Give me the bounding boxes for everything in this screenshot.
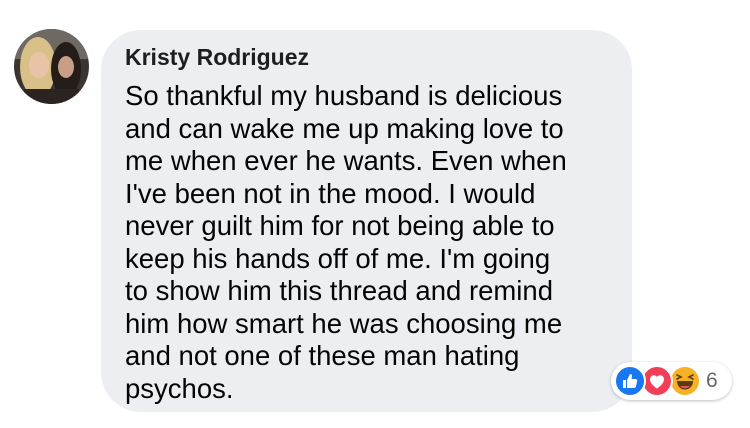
haha-icon — [669, 365, 701, 397]
comment-bubble: Kristy Rodriguez So thankful my husband … — [101, 30, 632, 412]
reaction-count: 6 — [706, 369, 718, 392]
comment-text: So thankful my husband is delicious and … — [125, 80, 567, 404]
avatar-photo — [14, 29, 89, 104]
avatar[interactable] — [14, 29, 89, 104]
like-icon — [614, 365, 646, 397]
comment-author-name[interactable]: Kristy Rodriguez — [125, 43, 606, 71]
reactions-summary[interactable]: 6 — [611, 362, 732, 400]
